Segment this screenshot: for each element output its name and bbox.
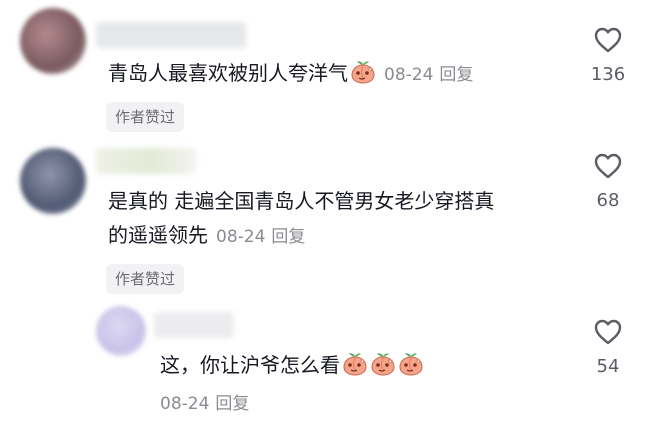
like-button[interactable]: 136 [578, 26, 638, 85]
comment-date: 08-24 [216, 227, 266, 247]
like-count: 54 [596, 356, 620, 377]
peach-face-icon [342, 351, 368, 377]
heart-icon [593, 26, 623, 54]
avatar[interactable] [20, 8, 86, 74]
reply-item: 这，你让沪爷怎么看 08-24 回复 54 [0, 300, 650, 423]
like-count: 136 [590, 64, 626, 85]
username-blurred[interactable] [154, 312, 234, 338]
comment-meta: 08-24 回复 [160, 392, 249, 416]
comment-meta: 08-24 回复 [216, 227, 305, 247]
comment-text: 青岛人最喜欢被别人夸洋气 08-24 回复 [108, 59, 474, 85]
avatar[interactable] [20, 148, 86, 214]
reply-button[interactable]: 回复 [215, 394, 249, 414]
reply-button[interactable]: 回复 [271, 227, 305, 247]
avatar[interactable] [96, 306, 146, 356]
like-count: 68 [596, 190, 620, 211]
comment-item: 是真的 走遍全国青岛人不管男女老少穿搭真 的遥遥领先 08-24 回复 作者赞过 6… [0, 140, 650, 300]
comment-date: 08-24 [160, 394, 210, 414]
comment-text: 这，你让沪爷怎么看 [160, 348, 424, 382]
comment-item: 青岛人最喜欢被别人夸洋气 08-24 回复 作者赞过 136 [0, 0, 650, 140]
peach-face-icon [370, 351, 396, 377]
reply-button[interactable]: 回复 [439, 65, 473, 85]
username-blurred[interactable] [96, 22, 246, 48]
heart-icon [593, 318, 623, 346]
like-button[interactable]: 68 [578, 152, 638, 211]
peach-face-icon [350, 59, 376, 85]
comment-meta: 08-24 回复 [384, 65, 473, 85]
heart-icon [593, 152, 623, 180]
author-liked-badge: 作者赞过 [106, 264, 185, 294]
author-liked-badge: 作者赞过 [106, 102, 185, 132]
comment-date: 08-24 [384, 65, 434, 85]
username-blurred[interactable] [96, 148, 196, 174]
comment-text: 是真的 走遍全国青岛人不管男女老少穿搭真 的遥遥领先 08-24 回复 [108, 189, 495, 247]
like-button[interactable]: 54 [578, 318, 638, 377]
peach-face-icon [398, 351, 424, 377]
